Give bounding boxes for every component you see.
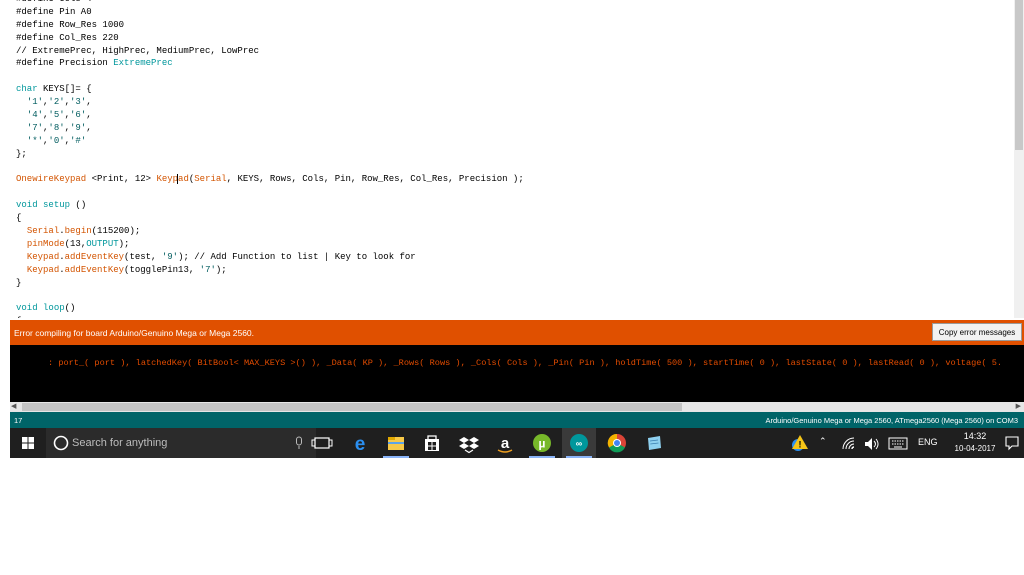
code-line[interactable] <box>16 186 524 199</box>
code-line[interactable]: #define Precision ExtremePrec <box>16 57 524 70</box>
wifi-icon[interactable] <box>842 437 856 451</box>
console-output[interactable]: : port_( port ), latchedKey( BitBool< MA… <box>10 345 1024 402</box>
windows-logo-icon <box>22 437 34 449</box>
search-circle-icon <box>53 435 69 451</box>
volume-icon[interactable] <box>864 437 880 451</box>
console-scroll-thumb[interactable] <box>22 403 682 411</box>
code-line[interactable]: '7','8','9', <box>16 122 524 135</box>
clock[interactable]: 14:32 10-04-2017 <box>950 431 1000 453</box>
search-box[interactable]: Search for anything <box>46 428 316 458</box>
text-cursor: ad <box>177 174 189 185</box>
code-line[interactable]: }; <box>16 148 524 161</box>
code-line[interactable]: OnewireKeypad <Print, 12> Keypad(Serial,… <box>16 173 524 186</box>
code-line[interactable]: void setup () <box>16 199 524 212</box>
clock-time: 14:32 <box>963 431 987 441</box>
code-line[interactable]: } <box>16 277 524 290</box>
code-editor[interactable]: #define Cols 4#define Pin A0#define Row_… <box>0 0 1024 318</box>
svg-text:a: a <box>501 435 510 452</box>
search-placeholder: Search for anything <box>72 437 168 449</box>
scroll-right-arrow-icon[interactable]: ▶ <box>1016 402 1021 412</box>
code-line[interactable] <box>16 70 524 83</box>
start-button[interactable] <box>10 428 46 458</box>
code-line[interactable]: '4','5','6', <box>16 109 524 122</box>
chrome-icon[interactable] <box>600 428 634 458</box>
board-info: Arduino/Genuino Mega or Mega 2560, ATmeg… <box>765 416 1018 425</box>
code-line[interactable]: '*','0','#' <box>16 135 524 148</box>
error-message: Error compiling for board Arduino/Genuin… <box>14 328 255 338</box>
status-bar: 17 Arduino/Genuino Mega or Mega 2560, AT… <box>10 412 1024 428</box>
show-hidden-icons-chevron-icon[interactable]: ⌃ <box>819 436 827 447</box>
clock-date: 10-04-2017 <box>954 444 996 453</box>
input-language[interactable]: ENG <box>918 437 938 447</box>
svg-text:e: e <box>355 434 366 455</box>
utorrent-icon[interactable]: µ <box>525 428 559 458</box>
error-bar: Error compiling for board Arduino/Genuin… <box>10 320 1024 345</box>
code-line[interactable]: // ExtremePrec, HighPrec, MediumPrec, Lo… <box>16 45 524 58</box>
amazon-icon[interactable]: a <box>488 428 522 458</box>
code-line[interactable] <box>16 289 524 302</box>
code-line[interactable]: Keypad.addEventKey(togglePin13, '7'); <box>16 264 524 277</box>
editor-scroll-thumb[interactable] <box>1015 0 1023 150</box>
scroll-left-arrow-icon[interactable]: ◀ <box>11 402 16 412</box>
code-line[interactable] <box>16 161 524 174</box>
code-line[interactable]: { <box>16 315 524 318</box>
code-line[interactable]: Keypad.addEventKey(test, '9'); // Add Fu… <box>16 251 524 264</box>
code-line[interactable]: #define Pin A0 <box>16 6 524 19</box>
microphone-icon[interactable] <box>293 428 305 458</box>
editor-vertical-scrollbar[interactable] <box>1014 0 1024 318</box>
store-icon[interactable] <box>415 428 449 458</box>
console-horizontal-scrollbar[interactable]: ◀ ▶ <box>10 402 1024 412</box>
code-line[interactable]: #define Col_Res 220 <box>16 32 524 45</box>
code-line[interactable]: pinMode(13,OUTPUT); <box>16 238 524 251</box>
code-line[interactable]: '1','2','3', <box>16 96 524 109</box>
action-center-icon[interactable] <box>1004 435 1020 451</box>
notepad-icon[interactable] <box>637 428 671 458</box>
svg-text:!: ! <box>799 440 802 450</box>
warning-update-icon[interactable]: ! <box>788 432 810 454</box>
code-line[interactable]: Serial.begin(115200); <box>16 225 524 238</box>
code-line[interactable]: #define Row_Res 1000 <box>16 19 524 32</box>
svg-text:∞: ∞ <box>576 439 583 449</box>
taskbar: Search for anything e a µ ∞ ! ⌃ ENG 14:3… <box>10 428 1024 458</box>
code-line[interactable]: char KEYS[]= { <box>16 83 524 96</box>
line-number: 17 <box>14 416 23 425</box>
code-text[interactable]: #define Cols 4#define Pin A0#define Row_… <box>16 0 524 318</box>
file-explorer-icon[interactable] <box>379 428 413 458</box>
arduino-ide-icon[interactable]: ∞ <box>562 428 596 458</box>
svg-text:µ: µ <box>539 437 546 451</box>
code-line[interactable]: void loop() <box>16 302 524 315</box>
dropbox-icon[interactable] <box>452 428 486 458</box>
keyboard-icon[interactable] <box>888 437 908 451</box>
code-line[interactable]: { <box>16 212 524 225</box>
copy-error-messages-button[interactable]: Copy error messages <box>932 323 1022 341</box>
task-view-icon[interactable] <box>305 428 339 458</box>
edge-browser-icon[interactable]: e <box>343 428 377 458</box>
console-text: : port_( port ), latchedKey( BitBool< MA… <box>48 358 1003 368</box>
